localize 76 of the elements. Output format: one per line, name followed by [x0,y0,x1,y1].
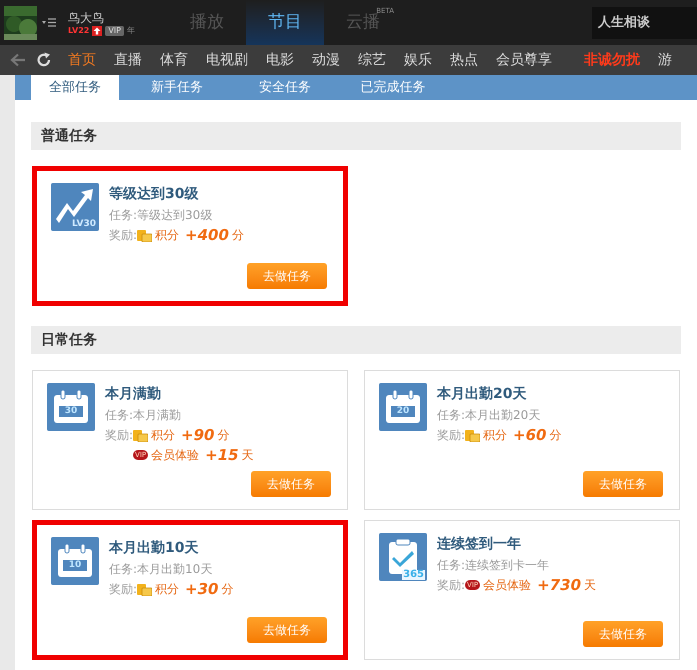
coins-icon [137,228,152,242]
vip-term: 年 [126,26,135,36]
nav-item[interactable]: 电影 [266,50,294,70]
up-arrow-icon [92,26,102,36]
reward-amount: +15 [205,445,239,465]
reward-name: 积分 [155,227,180,244]
task-description: 连续签到卡一年 [465,557,550,574]
nav-item[interactable]: 直播 [114,50,142,70]
section-header: 日常任务 [31,326,681,354]
reward-unit: 天 [584,577,596,594]
clipboard-icon [379,533,427,581]
reward-name: 积分 [155,581,180,598]
reward-amount: +30 [185,579,218,599]
task-label: 任务: [109,207,138,224]
top-tab[interactable]: 节目 [246,0,324,45]
nav-item[interactable]: 首页 [68,50,96,70]
section-header: 普通任务 [31,122,681,150]
coins-icon [133,428,148,442]
calendar-icon [47,383,95,431]
task-title: 本月出勤20天 [437,385,528,404]
coins-icon [465,428,480,442]
nav-item[interactable]: 热点 [450,50,478,70]
refresh-icon[interactable] [36,52,52,68]
search-field[interactable]: 人生相谈 [592,6,697,38]
reward-unit: 分 [550,427,562,444]
reward-name: 会员体验 [151,447,200,464]
reward-label: 奖励: [437,577,466,594]
reward-amount: +400 [185,225,229,245]
task-description: 本月出勤20天 [465,407,540,424]
reward-name: 积分 [483,427,508,444]
icon-label: 10 [68,561,82,570]
nav-item[interactable]: 体育 [160,50,188,70]
task-description: 本月满勤 [133,407,182,424]
reward-name: 会员体验 [483,577,532,594]
task-label: 任务: [105,407,134,424]
task-label: 任务: [437,407,466,424]
nav-item[interactable]: 会员尊享 [496,50,552,70]
calendar-icon [379,383,427,431]
calendar-icon [51,537,99,585]
task-tab[interactable]: 全部任务 [31,75,119,100]
reward-label: 奖励: [105,427,134,444]
chart-icon [51,183,99,231]
back-arrow-icon[interactable] [10,53,26,67]
nav-item[interactable]: 电视剧 [206,50,248,70]
nav-item[interactable]: 娱乐 [404,50,432,70]
nav-item[interactable]: 综艺 [358,50,386,70]
task-title: 等级达到30级 [109,185,200,204]
reward-unit: 分 [232,227,244,244]
icon-label: 365 [402,570,425,580]
reward-amount: +730 [537,575,582,595]
task-title: 本月出勤10天 [109,539,200,558]
reward-unit: 分 [218,427,230,444]
icon-label: LV30 [72,220,96,229]
task-title: 本月满勤 [105,385,162,404]
nav-item[interactable]: 动漫 [312,50,340,70]
nav-item[interactable]: 游 [658,50,672,70]
task-description: 等级达到30级 [137,207,212,224]
reward-amount: +90 [181,425,214,445]
reward-label: 奖励: [109,227,138,244]
task-description: 本月出勤10天 [137,561,212,578]
task-label: 任务: [437,557,466,574]
reward-unit: 分 [222,581,234,598]
user-name: 鸟大鸟 [68,10,105,26]
reward-label: 奖励: [109,581,138,598]
reward-amount: +60 [513,425,546,445]
reward-name: 积分 [151,427,176,444]
task-title: 连续签到一年 [437,535,522,554]
icon-label: 30 [64,407,78,416]
reward-label: 奖励: [437,427,466,444]
level-label: LV22 [68,26,90,36]
menu-icon[interactable] [42,18,56,27]
coins-icon [137,582,152,596]
task-label: 任务: [109,561,138,578]
reward-unit: 天 [242,447,254,464]
vip-badge: VIP [105,26,124,36]
icon-label: 20 [396,407,410,416]
